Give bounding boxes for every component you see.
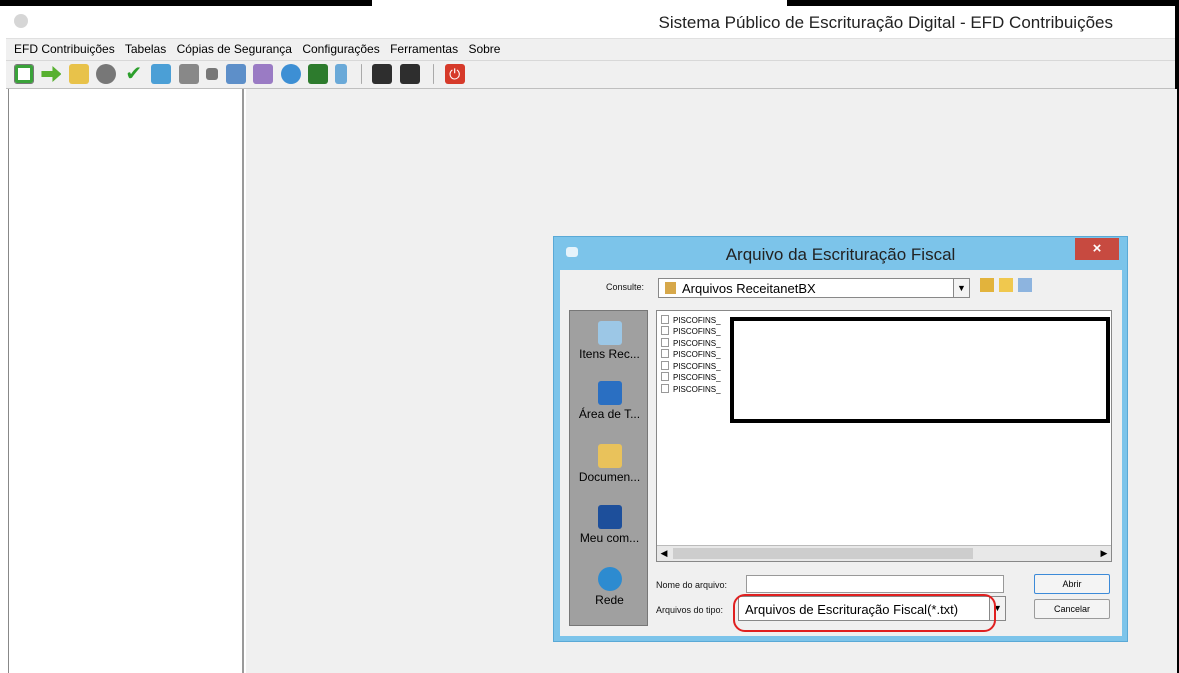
app-icon [14,14,28,28]
shield-icon[interactable] [335,64,348,84]
filetype-label: Arquivos do tipo: [656,605,724,615]
toolbar: ✔ ⏻ [6,61,1175,89]
dialog-title: Arquivo da Escrituração Fiscal [725,245,956,264]
place-label: Documen... [578,470,641,484]
menu-copias-seguranca[interactable]: Cópias de Segurança [177,42,292,56]
open-button[interactable]: Abrir [1034,574,1110,594]
documents-icon [597,444,622,468]
menu-configuracoes[interactable]: Configurações [302,42,379,56]
edit-doc-icon[interactable] [225,64,246,84]
globe-icon[interactable] [280,64,301,84]
open-file-dialog: Arquivo da Escrituração Fiscal × Consult… [553,236,1128,642]
filename-input[interactable] [746,575,1004,593]
folder-icon [665,282,676,294]
highlight-annotation [733,594,996,632]
export-icon[interactable] [151,64,172,84]
computer-icon [597,505,622,529]
recent-items-icon [597,321,622,345]
check-icon[interactable]: ✔ [124,64,144,84]
up-folder-icon[interactable] [980,278,994,292]
places-bar: Itens Rec... Área de T... Documen... Meu… [569,310,648,626]
toolbar-separator-2 [433,64,435,84]
dialog-titlebar: Arquivo da Escrituração Fiscal × [554,237,1127,270]
close-button[interactable]: × [1075,238,1119,260]
filename-label: Nome do arquivo: [656,580,728,590]
mail-icon[interactable] [307,64,328,84]
place-label: Itens Rec... [579,347,640,361]
text-file-icon [661,361,669,370]
scroll-right-icon[interactable]: ▶ [1097,546,1111,561]
network-icon [597,567,622,591]
text-file-icon [661,349,669,358]
delete-icon[interactable] [178,64,199,84]
file-item[interactable]: PISCOFINS_ [661,338,721,349]
place-label: Área de T... [578,407,641,421]
file-item[interactable]: PISCOFINS_ [661,384,721,395]
power-icon[interactable]: ⏻ [444,64,465,84]
place-documents[interactable]: Documen... [570,444,649,484]
scroll-left-icon[interactable]: ◀ [657,546,671,561]
menu-tabelas[interactable]: Tabelas [125,42,166,56]
view-menu-icon[interactable] [1018,278,1032,292]
look-in-label: Consulte: [606,282,645,292]
text-file-icon [661,326,669,335]
window-title: Sistema Público de Escrituração Digital … [658,13,1113,32]
open-folder-icon[interactable] [68,64,89,84]
tools-doc-icon[interactable] [253,64,274,84]
file-item[interactable]: PISCOFINS_ [661,315,721,326]
desktop-icon [597,381,622,405]
file-list[interactable]: PISCOFINS_ PISCOFINS_ PISCOFINS_ PISCOFI… [656,310,1112,562]
text-file-icon [661,315,669,324]
place-label: Rede [595,593,624,607]
place-network[interactable]: Rede [570,567,649,607]
redaction-box [730,317,1110,423]
menu-bar: EFD Contribuições Tabelas Cópias de Segu… [6,39,1175,61]
window-titlebar: Sistema Público de Escrituração Digital … [6,6,1175,39]
import-icon[interactable] [41,66,62,82]
look-in-combo[interactable]: Arquivos ReceitanetBX ▼ [658,278,970,298]
place-computer[interactable]: Meu com... [570,505,649,545]
text-file-icon [661,372,669,381]
text-file-icon [661,384,669,393]
horizontal-scrollbar[interactable]: ◀ ▶ [657,545,1111,561]
save-as-icon[interactable] [399,64,420,84]
chevron-down-icon[interactable]: ▼ [953,279,969,297]
new-folder-icon[interactable] [999,278,1013,292]
stop-icon[interactable] [206,68,219,80]
dialog-body: Consulte: Arquivos ReceitanetBX ▼ Itens … [560,270,1122,636]
look-in-value: Arquivos ReceitanetBX [682,281,816,296]
place-label: Meu com... [579,531,640,545]
place-desktop[interactable]: Área de T... [570,381,649,421]
file-item[interactable]: PISCOFINS_ [661,349,721,360]
file-item[interactable]: PISCOFINS_ [661,361,721,372]
dialog-tools [980,278,1037,297]
gears-icon[interactable] [96,64,117,84]
text-file-icon [661,338,669,347]
scroll-thumb[interactable] [673,548,973,559]
file-item[interactable]: PISCOFINS_ [661,372,721,383]
cancel-button[interactable]: Cancelar [1034,599,1110,619]
place-recent-items[interactable]: Itens Rec... [570,321,649,361]
file-item[interactable]: PISCOFINS_ [661,326,721,337]
menu-efd-contribuicoes[interactable]: EFD Contribuições [14,42,115,56]
navigation-tree-panel[interactable] [8,89,244,673]
menu-sobre[interactable]: Sobre [468,42,500,56]
toolbar-separator [360,64,362,84]
new-file-icon[interactable] [14,64,34,84]
save-icon[interactable] [372,64,393,84]
menu-ferramentas[interactable]: Ferramentas [390,42,458,56]
